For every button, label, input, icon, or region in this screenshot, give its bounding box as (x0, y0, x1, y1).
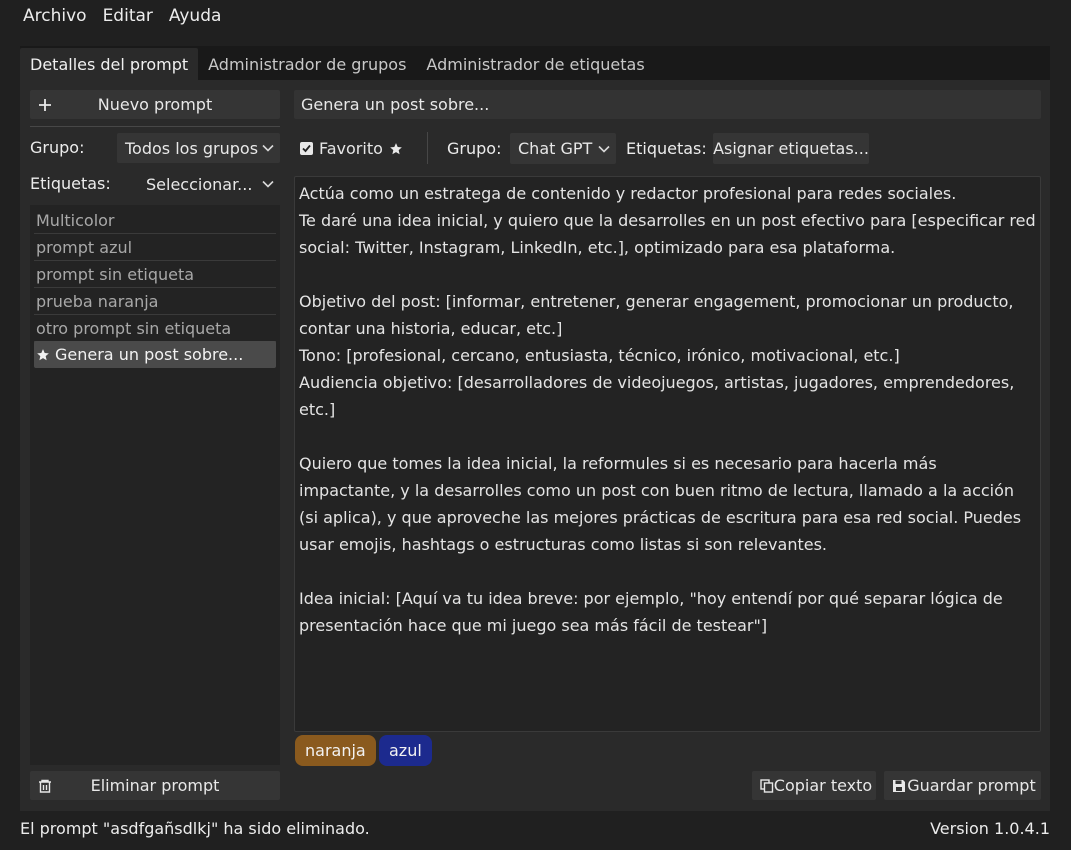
plus-icon (38, 98, 52, 112)
group-value: Chat GPT (518, 139, 593, 158)
group-filter-label: Grupo: (30, 138, 85, 157)
status-message: El prompt "asdfgañsdlkj" ha sido elimina… (20, 818, 370, 838)
tag-chip-naranja[interactable]: naranja (295, 735, 376, 766)
menu-archivo[interactable]: Archivo (15, 6, 95, 26)
delete-prompt-button[interactable]: Eliminar prompt (30, 771, 280, 800)
delete-prompt-label: Eliminar prompt (90, 776, 220, 795)
group-filter-value: Todos los grupos (125, 138, 259, 158)
list-item-selected[interactable]: Genera un post sobre... (34, 341, 276, 368)
star-icon (36, 348, 50, 362)
prompt-title-input[interactable]: Genera un post sobre... (294, 90, 1041, 119)
list-item[interactable]: otro prompt sin etiqueta (34, 315, 276, 342)
new-prompt-button[interactable]: Nuevo prompt (30, 90, 280, 119)
toolbar-divider (427, 132, 428, 164)
tags-filter-select[interactable]: Seleccionar... (138, 169, 280, 199)
status-bar: El prompt "asdfgañsdlkj" ha sido elimina… (20, 816, 1050, 840)
menu-editar[interactable]: Editar (95, 6, 161, 26)
tag-chip-azul[interactable]: azul (379, 735, 432, 766)
checkbox-checked-icon (300, 142, 313, 155)
favorite-checkbox[interactable]: Favorito (300, 139, 403, 158)
group-select[interactable]: Chat GPT (510, 133, 616, 164)
sidebar-divider (30, 126, 280, 127)
menu-bar: Archivo Editar Ayuda (0, 0, 1071, 32)
main-panel: Nuevo prompt Grupo: Todos los grupos Eti… (20, 80, 1050, 811)
chevron-down-icon (262, 180, 274, 188)
save-prompt-label: Guardar prompt (907, 776, 1036, 795)
prompt-list: Multicolor prompt azul prompt sin etique… (30, 205, 280, 765)
tab-tag-manager[interactable]: Administrador de etiquetas (416, 48, 654, 80)
group-label: Grupo: (447, 139, 502, 158)
copy-text-button[interactable]: Copiar texto (752, 771, 876, 800)
copy-icon (760, 778, 774, 793)
tab-bar: Detalles del prompt Administrador de gru… (20, 46, 1050, 80)
tags-filter-value: Seleccionar... (146, 174, 253, 194)
menu-ayuda[interactable]: Ayuda (161, 6, 230, 26)
prompt-body-editor[interactable]: Actúa como un estratega de contenido y r… (294, 176, 1041, 732)
list-item-label: Genera un post sobre... (55, 345, 244, 364)
assign-tags-button[interactable]: Asignar etiquetas... (713, 133, 869, 164)
tab-prompt-details[interactable]: Detalles del prompt (20, 48, 199, 80)
tags-label: Etiquetas: (626, 139, 707, 158)
list-item[interactable]: prompt azul (34, 234, 276, 261)
save-icon (892, 779, 906, 793)
chevron-down-icon (262, 144, 274, 152)
version-label: Version 1.0.4.1 (930, 818, 1050, 838)
trash-icon (38, 779, 52, 793)
tags-filter-label: Etiquetas: (30, 174, 111, 193)
save-prompt-button[interactable]: Guardar prompt (884, 771, 1041, 800)
copy-text-label: Copiar texto (773, 776, 873, 795)
list-item[interactable]: prueba naranja (34, 288, 276, 315)
favorite-label: Favorito (319, 139, 383, 158)
list-item[interactable]: Multicolor (34, 207, 276, 234)
group-filter-select[interactable]: Todos los grupos (117, 133, 280, 163)
tab-group-manager[interactable]: Administrador de grupos (198, 48, 416, 80)
list-item[interactable]: prompt sin etiqueta (34, 261, 276, 288)
star-icon (389, 142, 403, 156)
new-prompt-label: Nuevo prompt (97, 95, 213, 114)
chevron-down-icon (598, 145, 610, 153)
